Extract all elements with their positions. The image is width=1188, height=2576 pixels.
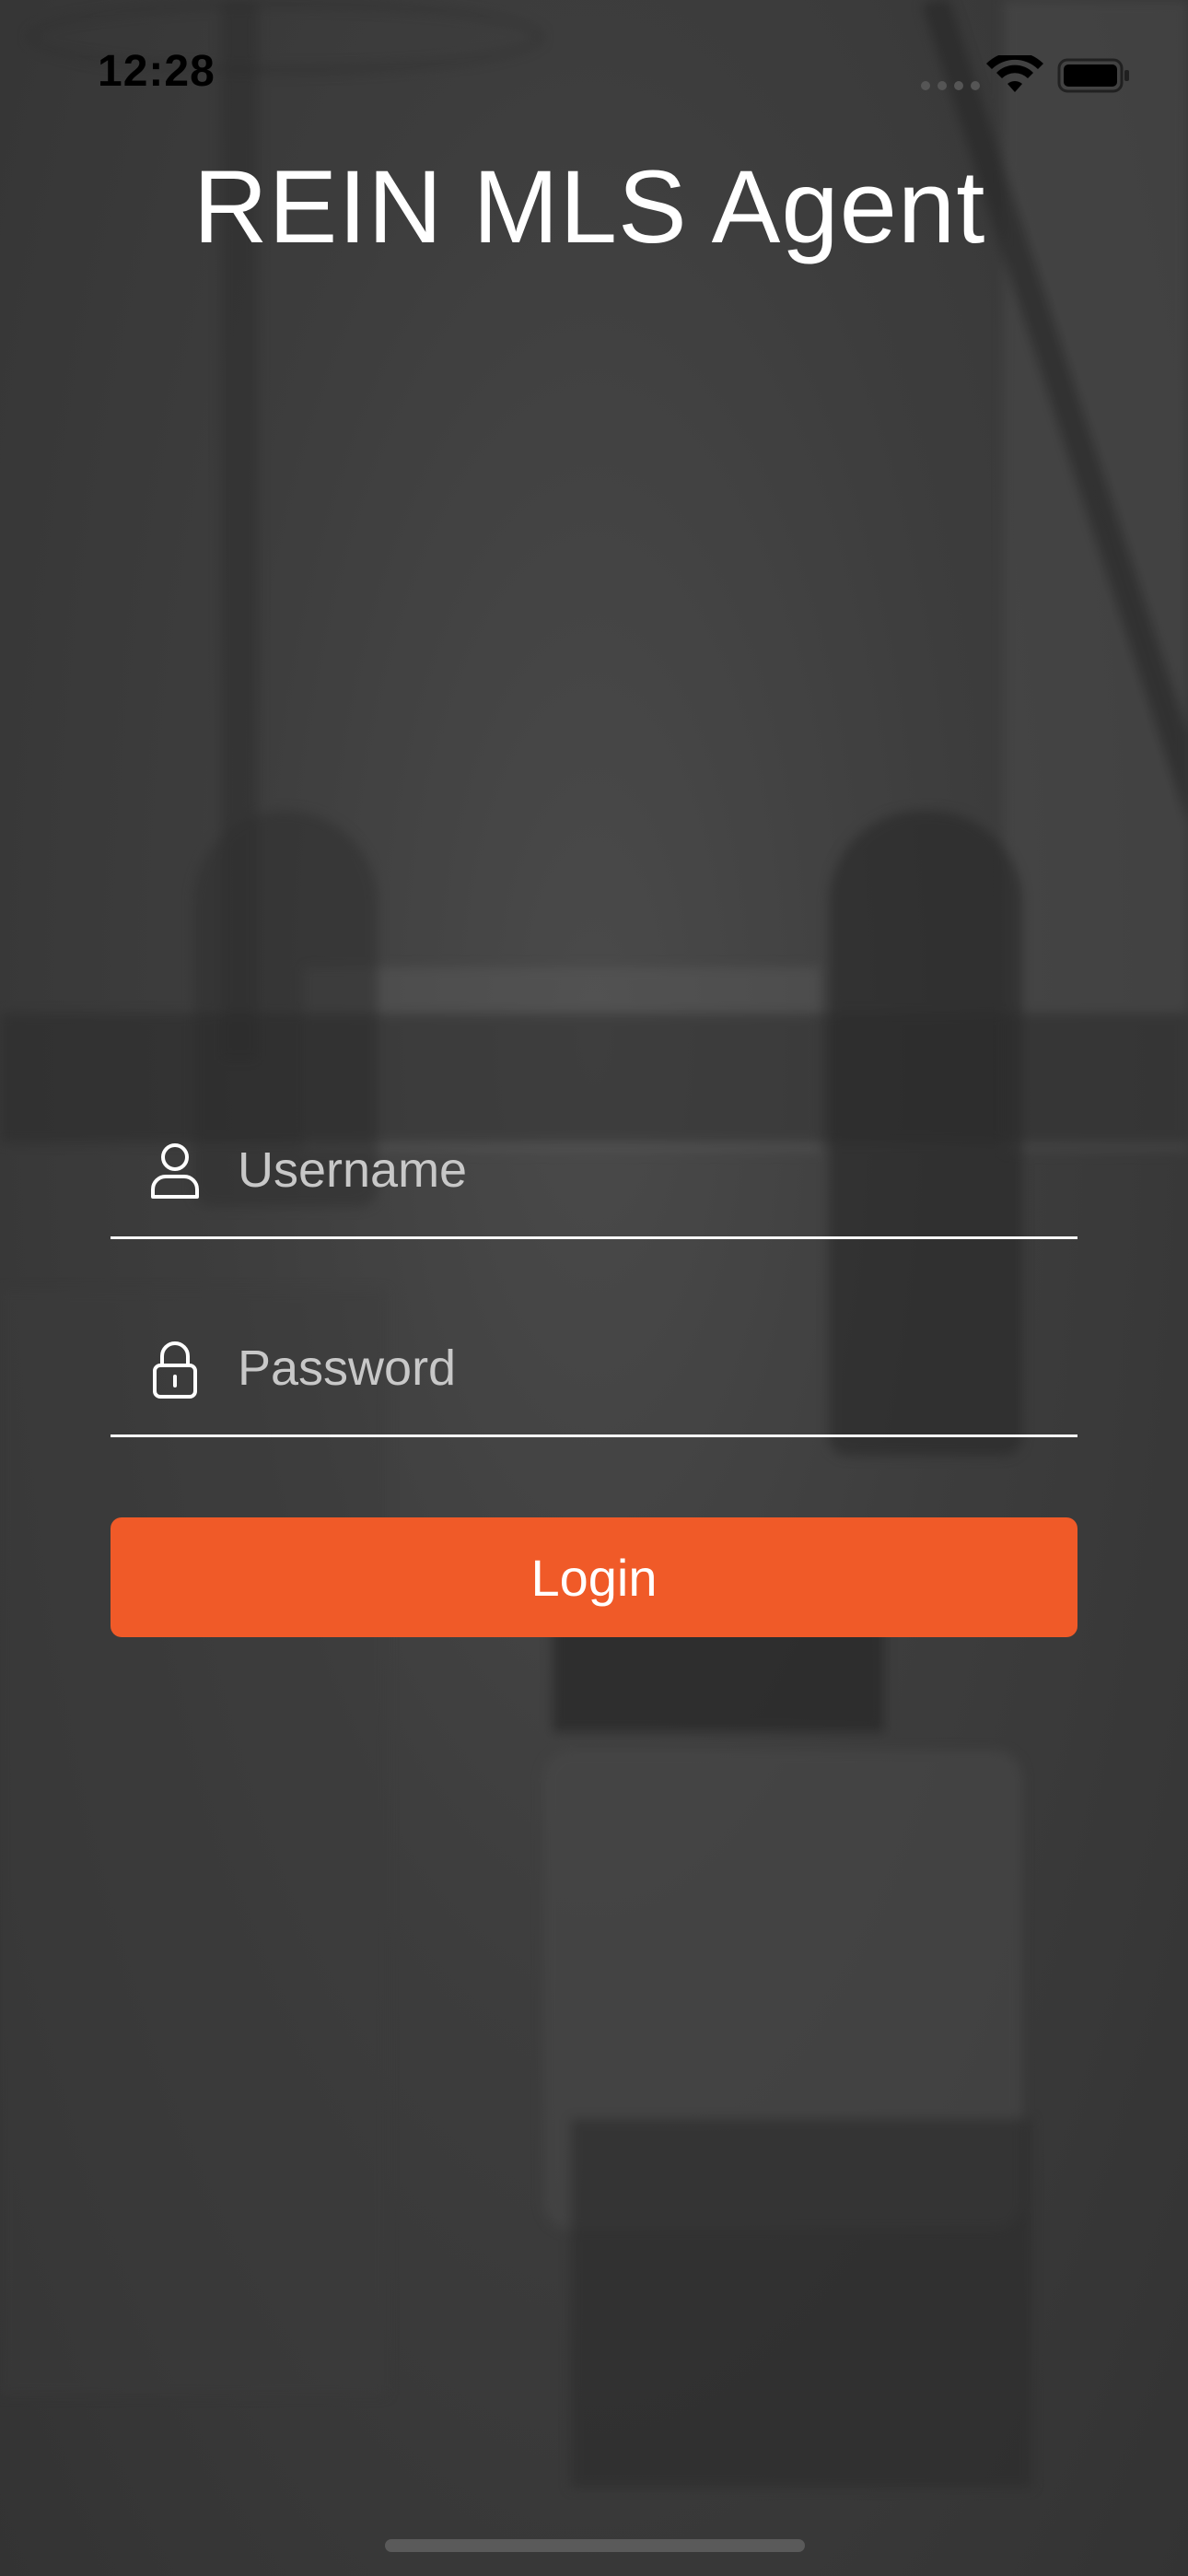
password-input[interactable] [238,1327,1048,1410]
status-bar: 12:28 [0,0,1188,138]
login-screen: 12:28 REIN MLS Agent Login [0,0,1188,2576]
wifi-icon [986,55,1043,92]
signal-dots-icon [921,81,980,90]
login-button[interactable]: Login [111,1517,1077,1637]
password-field[interactable] [111,1308,1077,1437]
status-time: 12:28 [98,47,215,96]
battery-icon [1057,58,1129,93]
background-shape [0,1290,387,2395]
username-field[interactable] [111,1110,1077,1239]
lock-icon [153,1341,197,1399]
app-title: REIN MLS Agent [192,149,986,264]
background-photo [0,0,1188,2576]
home-indicator[interactable] [385,2539,805,2552]
username-input[interactable] [238,1129,1048,1212]
background-shape [571,2119,1031,2488]
user-icon [151,1143,199,1199]
